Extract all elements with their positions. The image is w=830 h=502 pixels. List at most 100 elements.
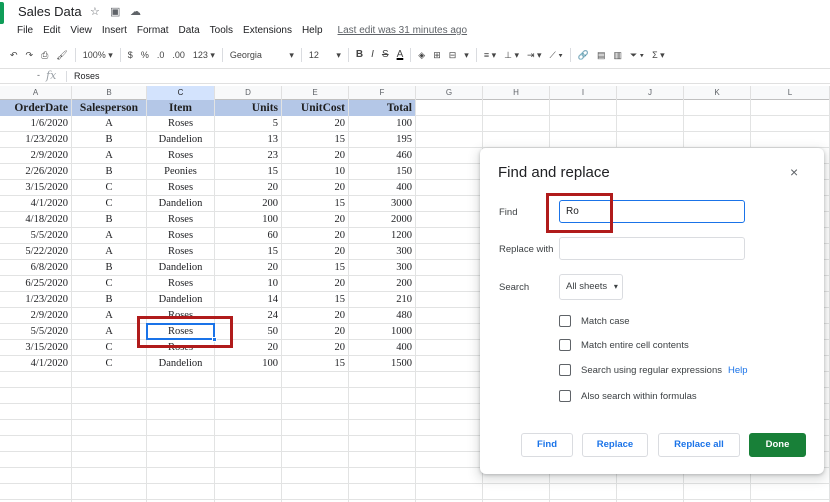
- cell[interactable]: 20: [282, 180, 349, 196]
- font-size-select[interactable]: 12 ▾: [305, 46, 345, 64]
- cell[interactable]: [215, 436, 282, 452]
- cell[interactable]: C: [72, 276, 147, 292]
- cell[interactable]: 1000: [349, 324, 416, 340]
- cell[interactable]: [147, 468, 215, 484]
- column-header-k[interactable]: K: [684, 86, 751, 100]
- cell[interactable]: [416, 212, 483, 228]
- cell[interactable]: [215, 388, 282, 404]
- cell[interactable]: Dandelion: [147, 260, 215, 276]
- last-edit-link[interactable]: Last edit was 31 minutes ago: [338, 24, 468, 40]
- column-header-l[interactable]: L: [751, 86, 830, 100]
- column-header-h[interactable]: H: [483, 86, 550, 100]
- cell[interactable]: [416, 164, 483, 180]
- cell[interactable]: 3000: [349, 196, 416, 212]
- insert-link-icon[interactable]: 🔗: [574, 46, 593, 64]
- cell[interactable]: [416, 372, 483, 388]
- cell[interactable]: A: [72, 148, 147, 164]
- cell[interactable]: [751, 116, 830, 132]
- cell[interactable]: 100: [349, 116, 416, 132]
- sheets-logo-icon[interactable]: [0, 2, 4, 24]
- match-entire-option[interactable]: Match entire cell contents: [559, 338, 689, 352]
- cell[interactable]: 20: [282, 148, 349, 164]
- cell[interactable]: [72, 404, 147, 420]
- cell[interactable]: Roses: [147, 148, 215, 164]
- cell[interactable]: 400: [349, 180, 416, 196]
- cell[interactable]: 10: [215, 276, 282, 292]
- cell[interactable]: [684, 132, 751, 148]
- cell[interactable]: 20: [282, 116, 349, 132]
- cell[interactable]: [684, 116, 751, 132]
- cell[interactable]: B: [72, 292, 147, 308]
- match-case-checkbox[interactable]: [559, 315, 571, 327]
- star-icon[interactable]: ☆: [90, 5, 100, 18]
- cell[interactable]: 50: [215, 324, 282, 340]
- column-header-i[interactable]: I: [550, 86, 617, 100]
- decrease-decimal-button[interactable]: .0: [153, 46, 169, 64]
- find-button[interactable]: Find: [521, 433, 573, 457]
- cell[interactable]: A: [72, 228, 147, 244]
- cell[interactable]: [282, 388, 349, 404]
- cell[interactable]: [215, 452, 282, 468]
- cell[interactable]: [416, 148, 483, 164]
- cell[interactable]: [282, 420, 349, 436]
- cell[interactable]: 20: [282, 308, 349, 324]
- cell[interactable]: Roses: [147, 228, 215, 244]
- match-case-option[interactable]: Match case: [559, 314, 630, 328]
- cell[interactable]: [684, 484, 751, 500]
- cell[interactable]: 1/6/2020: [0, 116, 72, 132]
- cell[interactable]: [416, 260, 483, 276]
- cell[interactable]: [349, 372, 416, 388]
- cell[interactable]: C: [72, 340, 147, 356]
- cell[interactable]: [416, 436, 483, 452]
- cell[interactable]: [72, 436, 147, 452]
- cell[interactable]: 15: [282, 356, 349, 372]
- cell[interactable]: [72, 388, 147, 404]
- cell[interactable]: 23: [215, 148, 282, 164]
- cell[interactable]: 300: [349, 260, 416, 276]
- paint-format-icon[interactable]: 🖌: [52, 46, 71, 64]
- strikethrough-button[interactable]: S: [378, 46, 393, 64]
- column-header-d[interactable]: D: [215, 86, 282, 100]
- increase-decimal-button[interactable]: .00: [168, 46, 189, 64]
- cell[interactable]: A: [72, 116, 147, 132]
- cell[interactable]: [617, 132, 684, 148]
- cell[interactable]: A: [72, 244, 147, 260]
- cell[interactable]: 15: [282, 260, 349, 276]
- cell[interactable]: 2/26/2020: [0, 164, 72, 180]
- vertical-align-icon[interactable]: ⊥ ▾: [500, 46, 523, 64]
- cell[interactable]: 480: [349, 308, 416, 324]
- cell[interactable]: Units: [215, 100, 282, 116]
- cell[interactable]: Roses: [147, 324, 215, 340]
- menu-data[interactable]: Data: [174, 24, 205, 40]
- cell[interactable]: [483, 132, 550, 148]
- cell[interactable]: [147, 452, 215, 468]
- cell[interactable]: 300: [349, 244, 416, 260]
- cell[interactable]: 15: [282, 132, 349, 148]
- cell[interactable]: [483, 100, 550, 116]
- cell[interactable]: [147, 388, 215, 404]
- regex-option[interactable]: Search using regular expressions Help: [559, 363, 748, 377]
- cell[interactable]: 2/9/2020: [0, 148, 72, 164]
- cell[interactable]: 60: [215, 228, 282, 244]
- cell[interactable]: [147, 436, 215, 452]
- cell[interactable]: Peonies: [147, 164, 215, 180]
- cell[interactable]: [349, 436, 416, 452]
- menu-extensions[interactable]: Extensions: [238, 24, 297, 40]
- cell[interactable]: [416, 228, 483, 244]
- regex-checkbox[interactable]: [559, 364, 571, 376]
- cell[interactable]: [550, 100, 617, 116]
- cell[interactable]: 6/25/2020: [0, 276, 72, 292]
- cell[interactable]: Item: [147, 100, 215, 116]
- cell[interactable]: 20: [282, 228, 349, 244]
- cell[interactable]: Roses: [147, 340, 215, 356]
- cell[interactable]: [147, 372, 215, 388]
- move-folder-icon[interactable]: ▣: [110, 5, 120, 18]
- cell[interactable]: [617, 100, 684, 116]
- cell[interactable]: 20: [282, 324, 349, 340]
- cell[interactable]: B: [72, 132, 147, 148]
- cell[interactable]: [416, 180, 483, 196]
- cell[interactable]: [483, 116, 550, 132]
- undo-icon[interactable]: ↶: [6, 46, 22, 64]
- font-select[interactable]: Georgia ▾: [226, 46, 298, 64]
- cell[interactable]: [751, 484, 830, 500]
